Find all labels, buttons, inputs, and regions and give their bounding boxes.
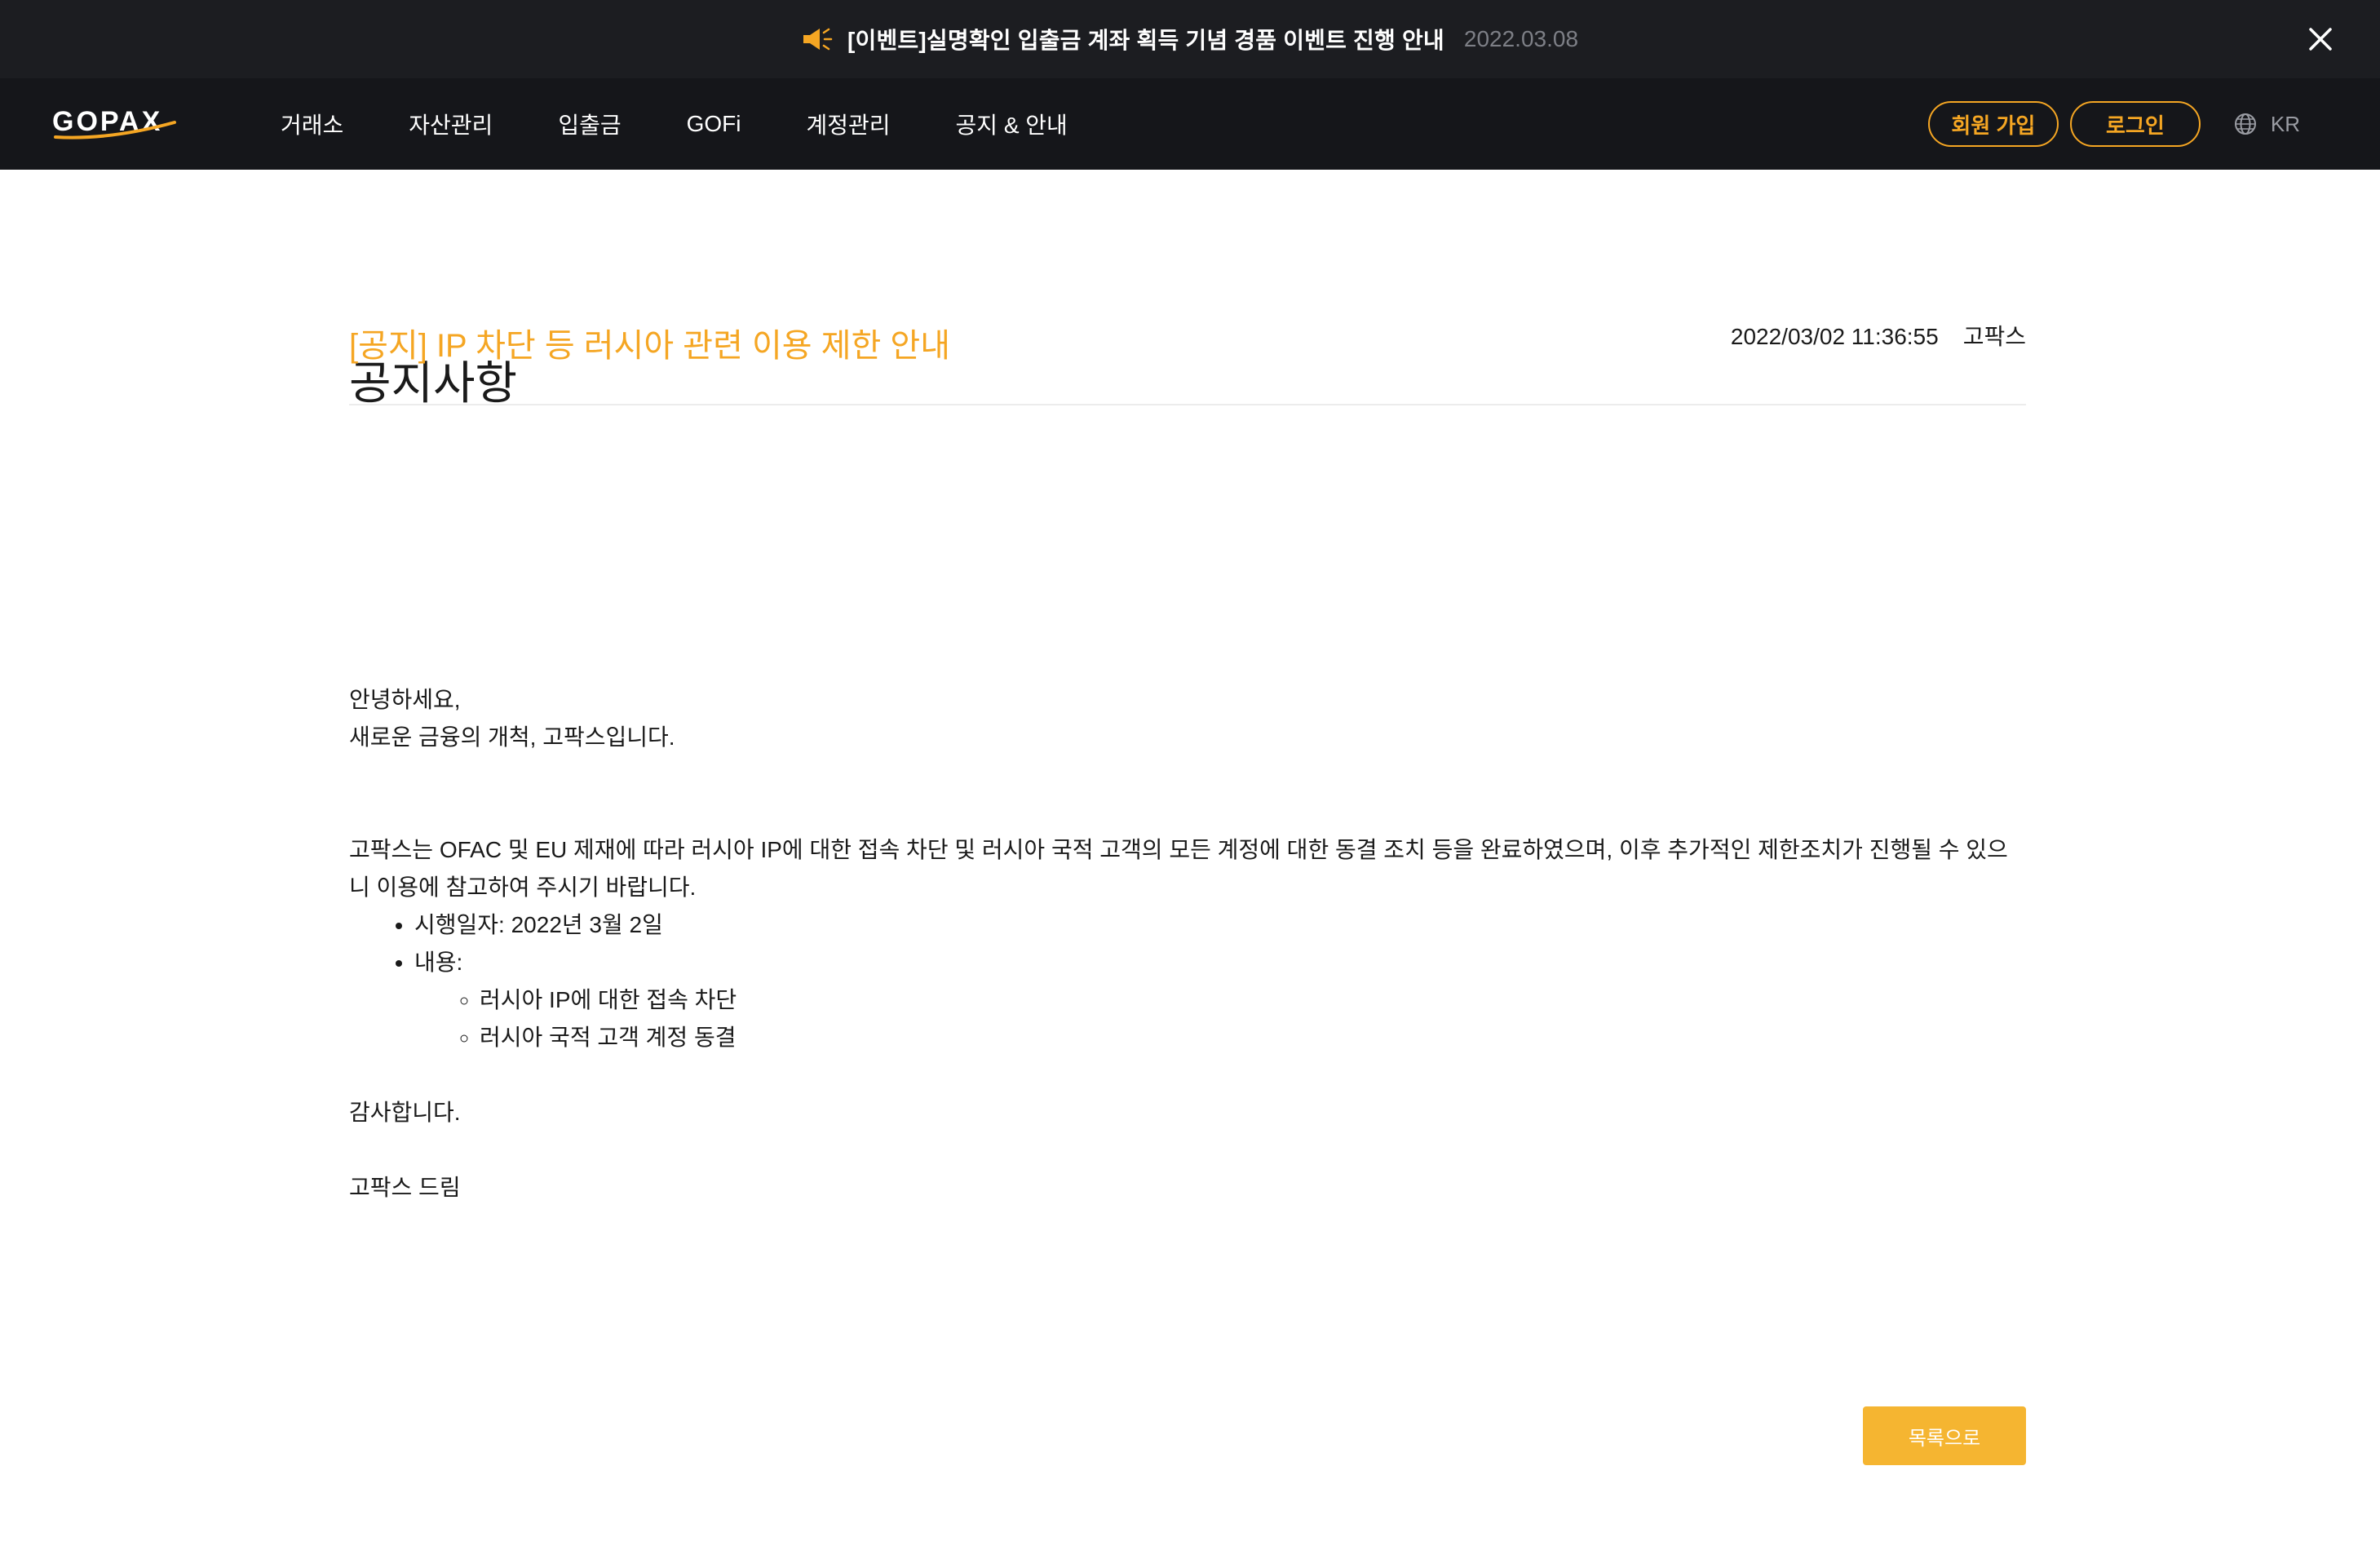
signup-button[interactable]: 회원 가입 — [1927, 101, 2059, 147]
event-banner-content[interactable]: [이벤트]실명확인 입출금 계좌 획득 기념 경품 이벤트 진행 안내 2022… — [802, 23, 1578, 55]
post-meta: 2022/03/02 11:36:55 고팍스 — [1731, 319, 2026, 352]
close-icon[interactable] — [2305, 24, 2336, 55]
signoff-line: 고팍스 드림 — [349, 1175, 461, 1200]
nav-actions: 회원 가입 로그인 KR — [1927, 78, 2300, 170]
post-title: [공지] IP 차단 등 러시아 관련 이용 제한 안내 — [349, 328, 951, 364]
post-datetime: 2022/03/02 11:36:55 — [1730, 324, 1939, 349]
back-to-list-button[interactable]: 목록으로 — [1863, 1406, 2026, 1465]
nav-item-assets[interactable]: 자산관리 — [409, 108, 493, 140]
greeting-line-1: 안녕하세요, — [349, 687, 461, 712]
nav-item-gofi[interactable]: GOFi — [687, 111, 741, 137]
sublist-item-account-freeze: 러시아 국적 고객 계정 동결 — [480, 1019, 2026, 1056]
list-item-content: 내용: 러시아 IP에 대한 접속 차단 러시아 국적 고객 계정 동결 — [414, 944, 2026, 1056]
list-item-content-label: 내용: — [414, 950, 463, 975]
event-banner-date: 2022.03.08 — [1463, 26, 1579, 51]
nav-item-notice[interactable]: 공지 & 안내 — [956, 108, 1068, 140]
nav-item-deposit-withdraw[interactable]: 입출금 — [558, 108, 621, 140]
megaphone-icon — [803, 28, 833, 51]
main-nav: GOPAX 거래소 자산관리 입출금 GOFi 계정관리 공지 & 안내 회원 … — [0, 78, 2380, 170]
event-banner-text[interactable]: [이벤트]실명확인 입출금 계좌 획득 기념 경품 이벤트 진행 안내 — [847, 23, 1444, 55]
post-body: 안녕하세요, 새로운 금융의 개척, 고팍스입니다. 고팍스는 OFAC 및 E… — [349, 681, 2026, 1207]
notice-paragraph: 고팍스는 OFAC 및 EU 제재에 따라 러시아 IP에 대한 접속 차단 및… — [349, 837, 2008, 900]
post-author: 고팍스 — [1962, 324, 2026, 349]
gopax-logo[interactable]: GOPAX — [52, 103, 183, 142]
globe-icon — [2234, 113, 2256, 135]
post-header: [공지] IP 차단 등 러시아 관련 이용 제한 안내 2022/03/02 … — [349, 312, 2026, 405]
list-item-date: 시행일자: 2022년 3월 2일 — [414, 906, 2026, 944]
notice-list: 시행일자: 2022년 3월 2일 내용: 러시아 IP에 대한 접속 차단 러… — [349, 906, 2026, 1056]
nav-menu: 거래소 자산관리 입출금 GOFi 계정관리 공지 & 안내 — [281, 78, 1133, 170]
language-selector[interactable]: KR — [2233, 112, 2300, 137]
event-banner[interactable]: [이벤트]실명확인 입출금 계좌 획득 기념 경품 이벤트 진행 안내 2022… — [0, 0, 2380, 78]
greeting-line-2: 새로운 금융의 개척, 고팍스입니다. — [349, 724, 675, 750]
login-button[interactable]: 로그인 — [2069, 101, 2201, 147]
thanks-line: 감사합니다. — [349, 1100, 461, 1125]
nav-item-account[interactable]: 계정관리 — [807, 108, 891, 140]
language-label: KR — [2270, 111, 2300, 136]
content-sublist: 러시아 IP에 대한 접속 차단 러시아 국적 고객 계정 동결 — [414, 981, 2026, 1056]
logo-text: GOPAX — [52, 106, 162, 137]
nav-item-exchange[interactable]: 거래소 — [281, 108, 343, 140]
sublist-item-ip-block: 러시아 IP에 대한 접속 차단 — [480, 981, 2026, 1019]
